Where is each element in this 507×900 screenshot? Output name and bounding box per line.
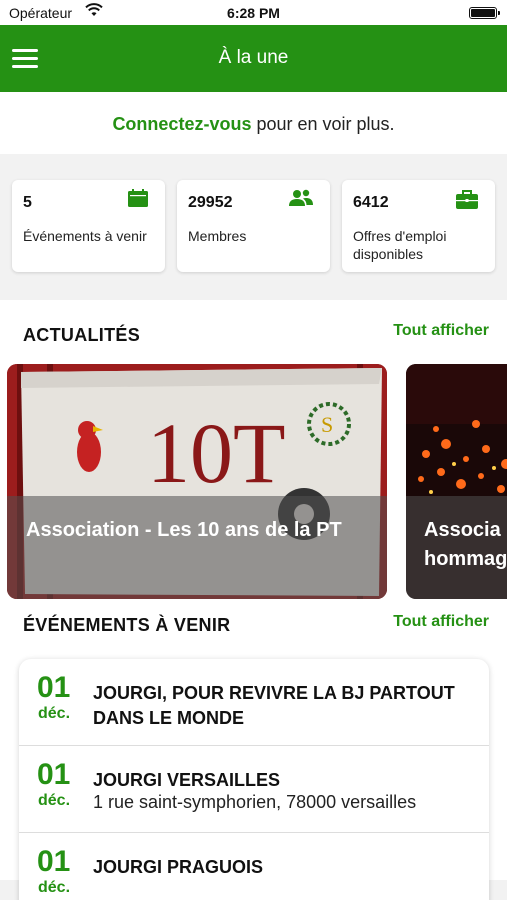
page-title: À la une: [218, 47, 289, 68]
news-section: ACTUALITÉS Tout afficher 10T S Associati…: [0, 300, 507, 600]
news-card[interactable]: 10T S Association - Les 10 ans de la PT: [7, 364, 387, 599]
stat-label: Membres: [188, 228, 247, 244]
stat-label: Offres d'emploi disponibles: [353, 228, 447, 262]
news-carousel[interactable]: 10T S Association - Les 10 ans de la PT: [0, 360, 507, 600]
login-text: pour en voir plus.: [251, 114, 395, 134]
event-month: déc.: [38, 879, 71, 896]
news-card[interactable]: Associa hommag: [406, 364, 507, 599]
events-see-all-link[interactable]: Tout afficher: [393, 613, 489, 631]
event-title: JOURGI VERSAILLES: [93, 770, 281, 790]
stat-card-events[interactable]: 5 Événements à venir: [12, 180, 165, 272]
event-item[interactable]: 01 déc. JOURGI, POUR REVIVRE LA BJ PARTO…: [19, 659, 489, 746]
events-list: 01 déc. JOURGI, POUR REVIVRE LA BJ PARTO…: [19, 659, 489, 900]
clock: 6:28 PM: [227, 5, 280, 21]
stat-value: 6412: [353, 194, 389, 211]
event-title: JOURGI, POUR REVIVRE LA BJ PARTOUT DANS …: [93, 683, 455, 728]
status-bar: Opérateur 6:28 PM: [0, 0, 507, 25]
event-title: JOURGI PRAGUOIS: [93, 857, 264, 877]
event-day: 01: [37, 845, 71, 878]
news-caption-overlay: [7, 496, 387, 599]
events-section-title: ÉVÉNEMENTS À VENIR: [23, 615, 231, 635]
top-navbar: À la une: [0, 25, 507, 92]
event-month: déc.: [38, 705, 71, 722]
stat-card-jobs[interactable]: 6412 Offres d'emploi disponibles: [342, 180, 495, 272]
news-title-line1: Associa: [424, 519, 501, 541]
briefcase-icon: [456, 189, 478, 214]
stats-row: 5 Événements à venir 29952 Membres 6412 …: [0, 154, 507, 300]
news-title: Association - Les 10 ans de la PT: [26, 519, 342, 541]
event-item[interactable]: 01 déc. JOURGI PRAGUOIS: [19, 833, 489, 900]
events-section: ÉVÉNEMENTS À VENIR Tout afficher 01 déc.…: [0, 600, 507, 900]
stat-card-members[interactable]: 29952 Membres: [177, 180, 330, 272]
login-link[interactable]: Connectez-vous: [112, 114, 251, 134]
battery-icon: [469, 7, 500, 19]
event-item[interactable]: 01 déc. JOURGI VERSAILLES 1 rue saint-sy…: [19, 746, 489, 833]
svg-text:S: S: [321, 412, 333, 437]
event-day: 01: [37, 758, 71, 791]
event-location: 1 rue saint-symphorien, 78000 versailles: [93, 792, 417, 812]
news-image-text: 10T: [147, 405, 286, 501]
news-title-line2: hommag: [424, 548, 507, 570]
news-title: Associa hommag: [424, 516, 507, 574]
event-day: 01: [37, 671, 71, 704]
calendar-icon: [128, 189, 148, 212]
news-section-title: ACTUALITÉS: [23, 325, 140, 345]
stat-value: 29952: [188, 194, 233, 211]
login-banner: Connectez-vous pour en voir plus.: [0, 92, 507, 154]
stat-value: 5: [23, 194, 32, 211]
members-icon: [289, 189, 313, 212]
news-see-all-link[interactable]: Tout afficher: [393, 322, 489, 340]
event-month: déc.: [38, 792, 71, 809]
stat-label: Événements à venir: [23, 228, 147, 244]
